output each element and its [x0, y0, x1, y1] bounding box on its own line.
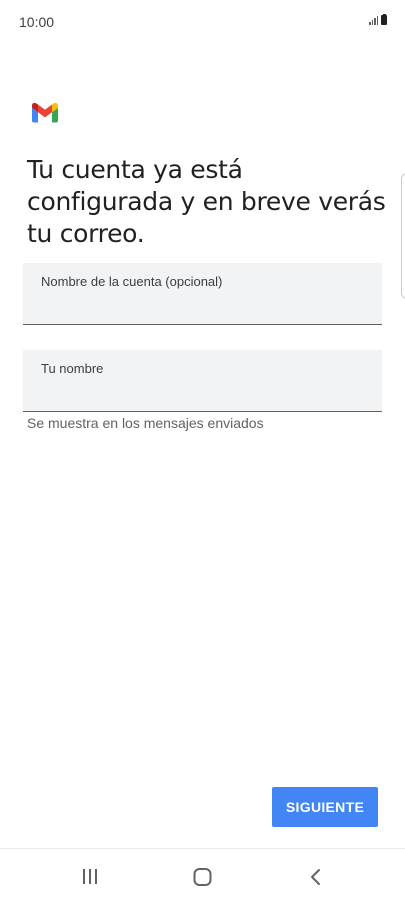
page-title: Tu cuenta ya está configurada y en breve…	[27, 155, 386, 248]
signal-icon	[369, 15, 378, 25]
navigation-bar	[0, 848, 405, 902]
home-button[interactable]	[183, 863, 223, 891]
account-name-field[interactable]: Nombre de la cuenta (opcional)	[23, 263, 382, 325]
account-name-label: Nombre de la cuenta (opcional)	[41, 274, 223, 289]
helper-text: Se muestra en los mensajes enviados	[27, 415, 264, 431]
status-icons	[369, 13, 387, 25]
your-name-field[interactable]: Tu nombre	[23, 350, 382, 412]
back-button[interactable]	[296, 863, 336, 891]
account-name-input[interactable]	[41, 295, 361, 319]
gmail-logo-icon	[32, 103, 58, 123]
home-icon	[193, 868, 212, 886]
status-bar: 10:00	[0, 0, 405, 46]
back-icon	[311, 869, 320, 885]
recent-apps-button[interactable]	[70, 863, 110, 891]
next-button[interactable]: SIGUIENTE	[272, 787, 378, 827]
your-name-input[interactable]	[41, 382, 361, 406]
battery-icon	[381, 13, 387, 25]
scroll-edge-indicator	[401, 173, 405, 299]
your-name-label: Tu nombre	[41, 361, 104, 376]
recent-apps-icon	[83, 869, 97, 884]
status-time: 10:00	[19, 14, 55, 30]
